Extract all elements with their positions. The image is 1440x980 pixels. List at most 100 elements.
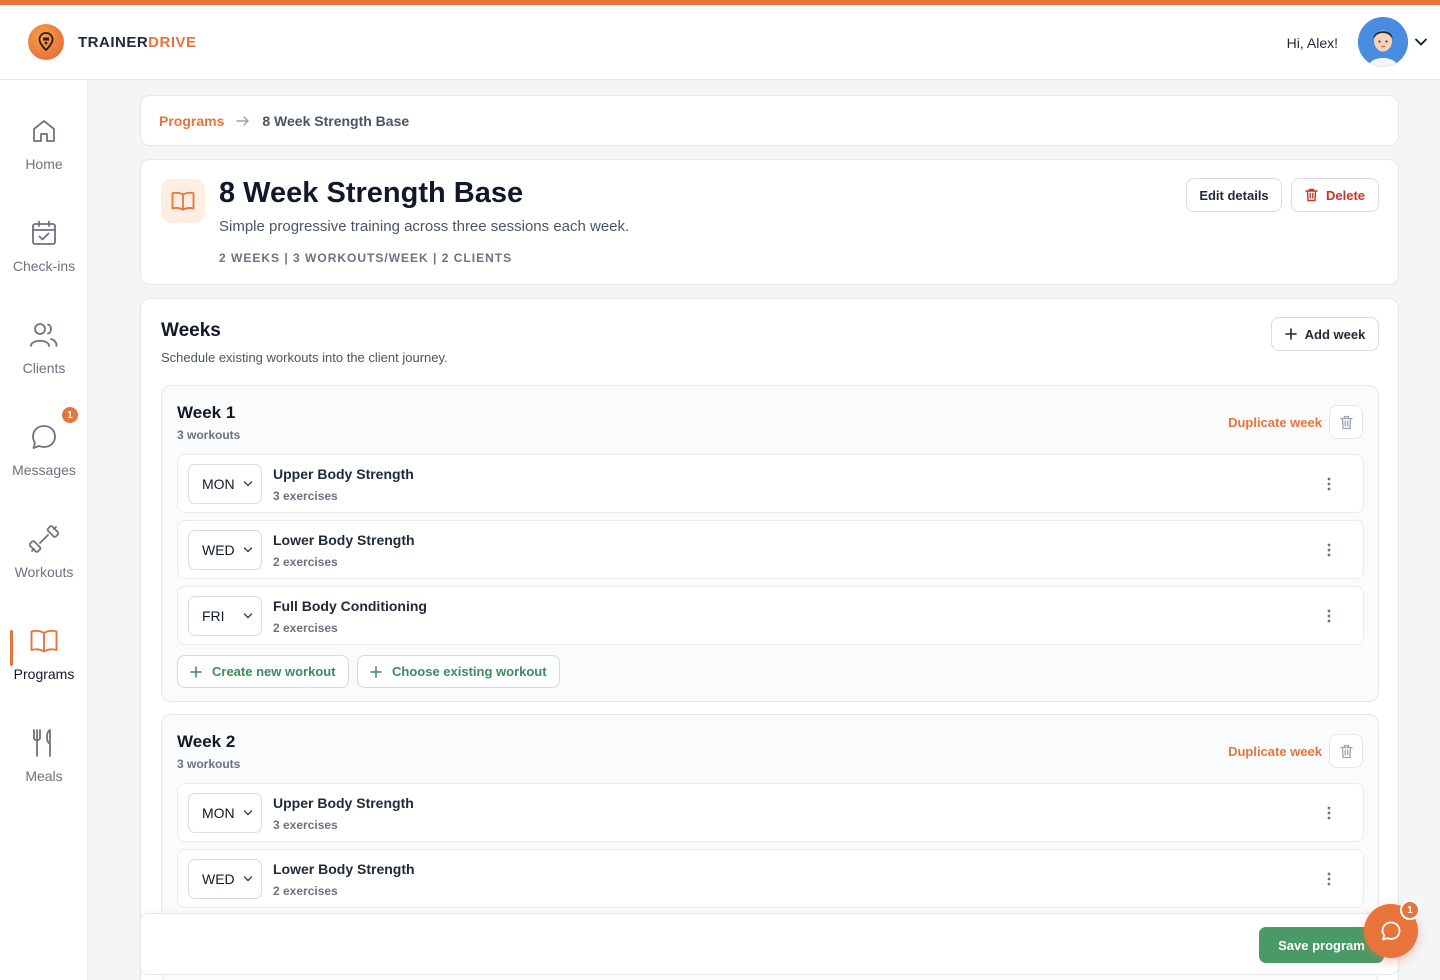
program-description: Simple progressive training across three… xyxy=(219,218,630,235)
user-avatar[interactable] xyxy=(1358,17,1408,67)
workout-row[interactable]: MON Upper Body Strength 3 exercises xyxy=(177,454,1364,513)
more-options-icon[interactable] xyxy=(1321,607,1337,625)
breadcrumb-link-programs[interactable]: Programs xyxy=(159,113,224,129)
workout-name[interactable]: Lower Body Strength xyxy=(273,861,415,877)
choose-existing-workout-button[interactable]: Choose existing workout xyxy=(357,655,560,688)
sidebar-item-workouts[interactable]: Workouts xyxy=(0,524,88,604)
fork-knife-icon xyxy=(29,728,59,758)
day-select-value: MON xyxy=(202,476,235,492)
create-new-workout-button[interactable]: Create new workout xyxy=(177,655,349,688)
brand-name: TRAINERDRIVE xyxy=(78,34,197,51)
brand-name-part1: TRAINER xyxy=(78,33,149,51)
chevron-down-icon xyxy=(243,875,253,883)
day-select[interactable]: FRI xyxy=(188,596,262,636)
week-workout-count: 3 workouts xyxy=(177,428,241,442)
week-title: Week 2 xyxy=(177,732,236,751)
workout-row[interactable]: WED Lower Body Strength 2 exercises xyxy=(177,849,1364,908)
workout-row[interactable]: MON Upper Body Strength 3 exercises xyxy=(177,783,1364,842)
weeks-subtitle: Schedule existing workouts into the clie… xyxy=(161,350,448,365)
delete-button[interactable]: Delete xyxy=(1291,178,1379,212)
workout-exercise-count: 2 exercises xyxy=(273,884,338,898)
app-header: TRAINERDRIVE Hi, Alex! xyxy=(0,5,1440,80)
book-open-icon xyxy=(161,179,205,223)
sidebar-item-label: Clients xyxy=(22,360,66,376)
week-1-panel: Week 1 3 workouts Duplicate week MON Upp… xyxy=(161,385,1379,702)
more-options-icon[interactable] xyxy=(1321,870,1337,888)
trash-icon xyxy=(1305,188,1318,202)
more-options-icon[interactable] xyxy=(1321,804,1337,822)
day-select-value: MON xyxy=(202,805,235,821)
sidebar-item-label: Meals xyxy=(25,768,63,784)
sidebar-item-programs[interactable]: Programs xyxy=(0,626,88,706)
duplicate-week-link[interactable]: Duplicate week xyxy=(1228,744,1322,759)
chat-bubble-icon xyxy=(29,422,59,452)
workout-name[interactable]: Full Body Conditioning xyxy=(273,598,427,614)
sidebar-item-label: Workouts xyxy=(14,564,74,580)
day-select[interactable]: WED xyxy=(188,530,262,570)
chevron-down-icon[interactable] xyxy=(1414,35,1428,54)
chat-bubble-icon xyxy=(1380,920,1402,942)
plus-icon xyxy=(1284,328,1297,340)
day-select-value: WED xyxy=(202,871,235,887)
day-select[interactable]: MON xyxy=(188,793,262,833)
workout-name[interactable]: Lower Body Strength xyxy=(273,532,415,548)
day-select-value: FRI xyxy=(202,608,225,624)
more-options-icon[interactable] xyxy=(1321,475,1337,493)
program-header-card: 8 Week Strength Base Simple progressive … xyxy=(140,159,1399,285)
arrow-right-icon xyxy=(236,115,250,127)
chevron-down-icon xyxy=(243,809,253,817)
breadcrumb: Programs 8 Week Strength Base xyxy=(140,95,1399,146)
sidebar-item-messages[interactable]: Messages xyxy=(0,422,88,502)
trash-icon[interactable] xyxy=(1329,734,1363,768)
workout-exercise-count: 3 exercises xyxy=(273,818,338,832)
delete-button-label: Delete xyxy=(1325,187,1366,203)
duplicate-week-link[interactable]: Duplicate week xyxy=(1228,415,1322,430)
users-icon xyxy=(29,320,59,350)
day-select[interactable]: MON xyxy=(188,464,262,504)
breadcrumb-current: 8 Week Strength Base xyxy=(262,112,410,129)
logo-icon xyxy=(28,24,64,60)
page-title: 8 Week Strength Base xyxy=(219,177,524,209)
chat-notification-badge: 1 xyxy=(1400,900,1420,920)
week-title: Week 1 xyxy=(177,403,236,422)
messages-badge: 1 xyxy=(62,407,78,423)
day-select-value: WED xyxy=(202,542,235,558)
plus-icon xyxy=(190,665,202,678)
home-icon xyxy=(29,116,59,146)
day-select[interactable]: WED xyxy=(188,859,262,899)
sidebar-item-label: Home xyxy=(25,156,63,172)
choose-existing-workout-label: Choose existing workout xyxy=(392,664,547,679)
chevron-down-icon xyxy=(243,546,253,554)
program-meta: 2 WEEKS | 3 WORKOUTS/WEEK | 2 CLIENTS xyxy=(219,251,513,265)
workout-row[interactable]: FRI Full Body Conditioning 2 exercises xyxy=(177,586,1364,645)
chevron-down-icon xyxy=(243,480,253,488)
edit-details-button[interactable]: Edit details xyxy=(1186,178,1282,212)
sidebar: Home Check-ins Clients Messages 1 Workou… xyxy=(0,80,88,980)
weeks-card: Weeks Schedule existing workouts into th… xyxy=(140,298,1399,980)
plus-icon xyxy=(370,665,382,678)
weeks-title: Weeks xyxy=(161,320,221,341)
week-workout-count: 3 workouts xyxy=(177,757,241,771)
workout-exercise-count: 3 exercises xyxy=(273,489,338,503)
save-bar: Save program xyxy=(140,913,1399,975)
book-open-icon xyxy=(29,626,59,656)
sidebar-item-meals[interactable]: Meals xyxy=(0,728,88,808)
workout-row[interactable]: WED Lower Body Strength 2 exercises xyxy=(177,520,1364,579)
workout-name[interactable]: Upper Body Strength xyxy=(273,466,414,482)
sidebar-item-clients[interactable]: Clients xyxy=(0,320,88,400)
add-week-label: Add week xyxy=(1304,326,1366,342)
sidebar-item-label: Programs xyxy=(13,666,75,682)
brand-logo[interactable]: TRAINERDRIVE xyxy=(28,24,197,60)
chevron-down-icon xyxy=(243,612,253,620)
add-week-button[interactable]: Add week xyxy=(1271,317,1379,351)
sidebar-item-label: Check-ins xyxy=(12,258,76,274)
sidebar-item-home[interactable]: Home xyxy=(0,116,88,196)
workout-exercise-count: 2 exercises xyxy=(273,621,338,635)
sidebar-item-label: Messages xyxy=(12,462,76,478)
sidebar-item-check-ins[interactable]: Check-ins xyxy=(0,218,88,298)
trash-icon[interactable] xyxy=(1329,405,1363,439)
create-new-workout-label: Create new workout xyxy=(212,664,336,679)
workout-name[interactable]: Upper Body Strength xyxy=(273,795,414,811)
more-options-icon[interactable] xyxy=(1321,541,1337,559)
brand-name-part2: DRIVE xyxy=(148,33,197,51)
